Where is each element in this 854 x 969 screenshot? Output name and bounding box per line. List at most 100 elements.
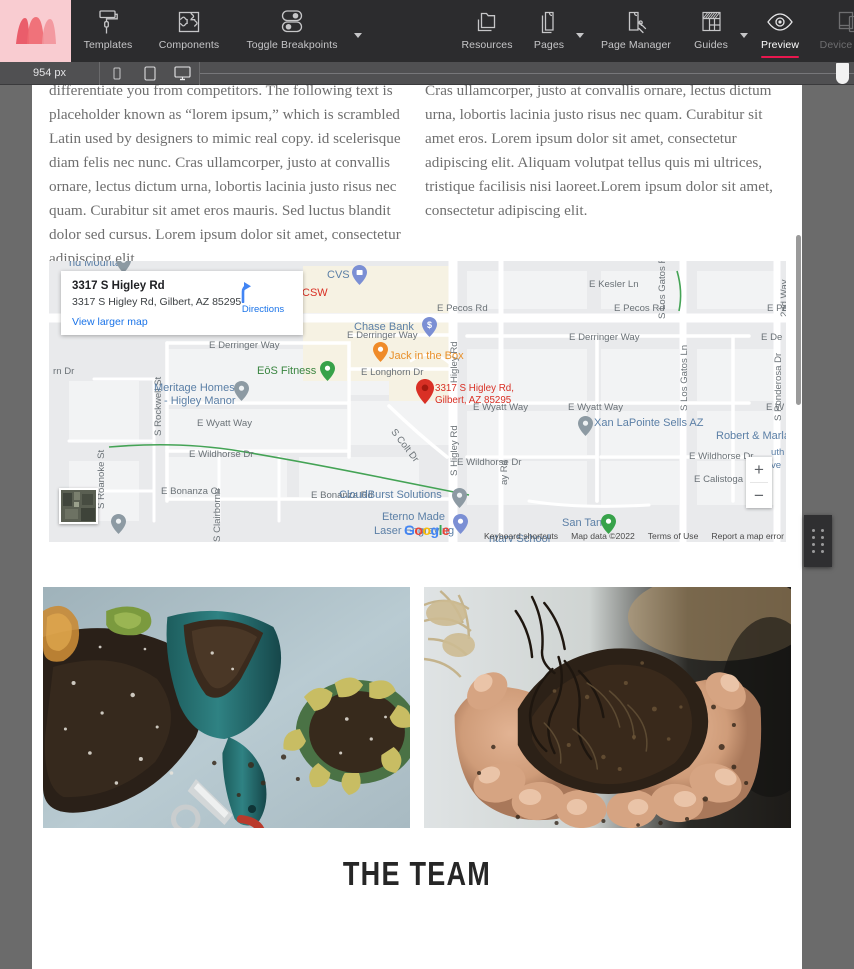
map-pin-meritage-homes[interactable] (234, 381, 249, 401)
toolbar-label-page-manager: Page Manager (600, 39, 672, 51)
map-street-label: E Wildhorse Dr (189, 449, 254, 460)
breakpoint-slider-handle[interactable] (836, 62, 849, 84)
map-pin-eos-fitness[interactable] (320, 361, 335, 381)
map-directions-button[interactable]: Directions (233, 281, 293, 315)
guides-dropdown-caret[interactable] (737, 0, 751, 62)
breakpoints-dropdown-caret[interactable] (351, 0, 365, 62)
toolbar-label-preview: Preview (760, 39, 800, 51)
toolbar-label-components: Components (158, 39, 220, 51)
text-columns: website a more personal feel and helps v… (32, 85, 802, 271)
device-view-icon (836, 7, 854, 37)
toolbar-item-guides[interactable]: Guides (685, 0, 737, 62)
map-zoom-out-button[interactable]: − (746, 483, 772, 508)
map-street-label: E Derringer Way (209, 340, 280, 351)
paint-roller-icon (97, 7, 119, 37)
toolbar-item-resources[interactable]: Resources (449, 0, 525, 62)
map-poi-label: Jack in the Box (389, 350, 464, 362)
map-pin-spa[interactable] (111, 514, 126, 534)
map-keyboard-shortcuts-link[interactable]: Keyboard shortcuts (484, 531, 558, 541)
chevron-down-icon (354, 33, 362, 38)
page-preview: website a more personal feel and helps v… (32, 85, 802, 969)
page-title: THE TEAM (342, 855, 492, 892)
map-poi-label: Xan LaPointe Sells AZ (594, 417, 704, 429)
map-pin-xan-lapointe[interactable] (578, 416, 593, 436)
map-zoom-in-button[interactable]: + (746, 457, 772, 482)
desktop-icon (174, 65, 191, 80)
logo-letter: g (430, 522, 440, 538)
map-street-label: E De (761, 332, 783, 343)
map-poi-label: CSW (302, 287, 328, 299)
map-terms-link[interactable]: Terms of Use (648, 531, 699, 541)
phone-icon (113, 67, 120, 79)
trowel-photo-illustration (43, 587, 410, 828)
device-toggle-phone[interactable] (100, 67, 133, 80)
tablet-icon (143, 65, 156, 81)
map-report-error-link[interactable]: Report a map error (711, 531, 784, 541)
svg-text:$: $ (427, 320, 432, 330)
map-poi-label: San Tan (562, 517, 603, 529)
toolbar-item-preview[interactable]: Preview (751, 0, 809, 62)
toolbar-item-templates[interactable]: Templates (71, 0, 145, 62)
toolbar-item-device-view[interactable]: Device View (809, 0, 854, 62)
map-satellite-toggle[interactable] (59, 488, 98, 524)
google-logo: Google (404, 522, 450, 538)
map-view-larger-link[interactable]: View larger map (72, 316, 292, 328)
toolbar-item-components[interactable]: Components (145, 0, 233, 62)
map-poi-label: Meritage Homes (154, 382, 235, 394)
map-marker-primary-label: 3317 S Higley Rd, Gilbert, AZ 85295 (435, 383, 514, 407)
map-info-card: 3317 S Higley Rd 3317 S Higley Rd, Gilbe… (61, 271, 303, 335)
toolbar-item-pages[interactable]: Pages (525, 0, 573, 62)
map-pin-jack-in-the-box[interactable] (373, 342, 388, 362)
device-toggle-desktop[interactable] (166, 65, 199, 81)
toolbar-item-toggle-breakpoints[interactable]: Toggle Breakpoints (233, 0, 351, 62)
map-directions-label: Directions (241, 304, 285, 315)
grip-dots-icon (812, 529, 824, 553)
map-pin-cloudburst[interactable] (452, 488, 467, 508)
chevron-down-icon (576, 33, 584, 38)
logo-letter: G (404, 522, 415, 538)
breakpoint-width-label: 954 px (0, 61, 100, 85)
map-street-label: Higley Rd (449, 341, 460, 383)
chevron-down-icon (740, 33, 748, 38)
map-street-label: S Los Gatos Ln (679, 344, 690, 411)
toolbar-item-page-manager[interactable]: Page Manager (587, 0, 685, 62)
device-toggle-tablet[interactable] (133, 65, 166, 81)
map-street-label: 2nd Way (779, 279, 786, 317)
page-scrollbar-thumb[interactable] (796, 235, 801, 405)
panel-drag-handle[interactable] (804, 515, 832, 567)
satellite-thumbnail-icon (61, 490, 96, 522)
toolbar-items: Templates Components Toggle Breakpoints … (71, 0, 854, 62)
hands-soil-photo-illustration (424, 587, 791, 828)
guides-icon (699, 7, 724, 37)
map-marker-primary[interactable] (416, 379, 434, 404)
map-street-label: S Clairborne (212, 488, 223, 542)
paragraph-left: website a more personal feel and helps v… (49, 85, 401, 267)
map-attribution: Keyboard shortcuts Map data ©2022 Terms … (484, 531, 784, 541)
map-pin-eterno-made[interactable] (453, 514, 468, 534)
map-street-label: rn Dr (53, 366, 75, 377)
map-street-label: S Los Gatos Rd (657, 261, 668, 319)
app-logo[interactable] (0, 0, 71, 62)
device-toggle-group (100, 65, 199, 81)
embedded-map[interactable]: E Pecos Rd E Pecos Rd E Pec E Derringer … (49, 261, 786, 542)
toolbar-label-pages: Pages (533, 39, 565, 51)
pages-icon (538, 7, 560, 37)
map-street-label: ay Rd (499, 459, 510, 485)
map-poi-label: EōS Fitness (257, 365, 317, 377)
photo-hands (424, 587, 791, 828)
map-street-label: E Kesler Ln (589, 279, 639, 290)
toolbar-label-toggle-breakpoints: Toggle Breakpoints (246, 39, 338, 51)
logo-letter: o (422, 522, 431, 538)
breakpoint-slider-track[interactable] (199, 61, 854, 85)
map-zoom-controls: + − (746, 457, 772, 508)
map-poi-label: - Higley Manor (164, 395, 236, 407)
eye-icon (766, 7, 794, 37)
marker-label-line-2: Gilbert, AZ 85295 (435, 395, 512, 406)
photo-row (43, 587, 791, 828)
folders-icon (475, 7, 500, 37)
map-poi-label: ve (771, 460, 782, 471)
marker-label-line-1: 3317 S Higley Rd, (435, 383, 514, 394)
map-pin-chase-bank[interactable]: $ (422, 317, 437, 337)
pages-dropdown-caret[interactable] (573, 0, 587, 62)
map-pin-cvs[interactable] (352, 265, 367, 285)
